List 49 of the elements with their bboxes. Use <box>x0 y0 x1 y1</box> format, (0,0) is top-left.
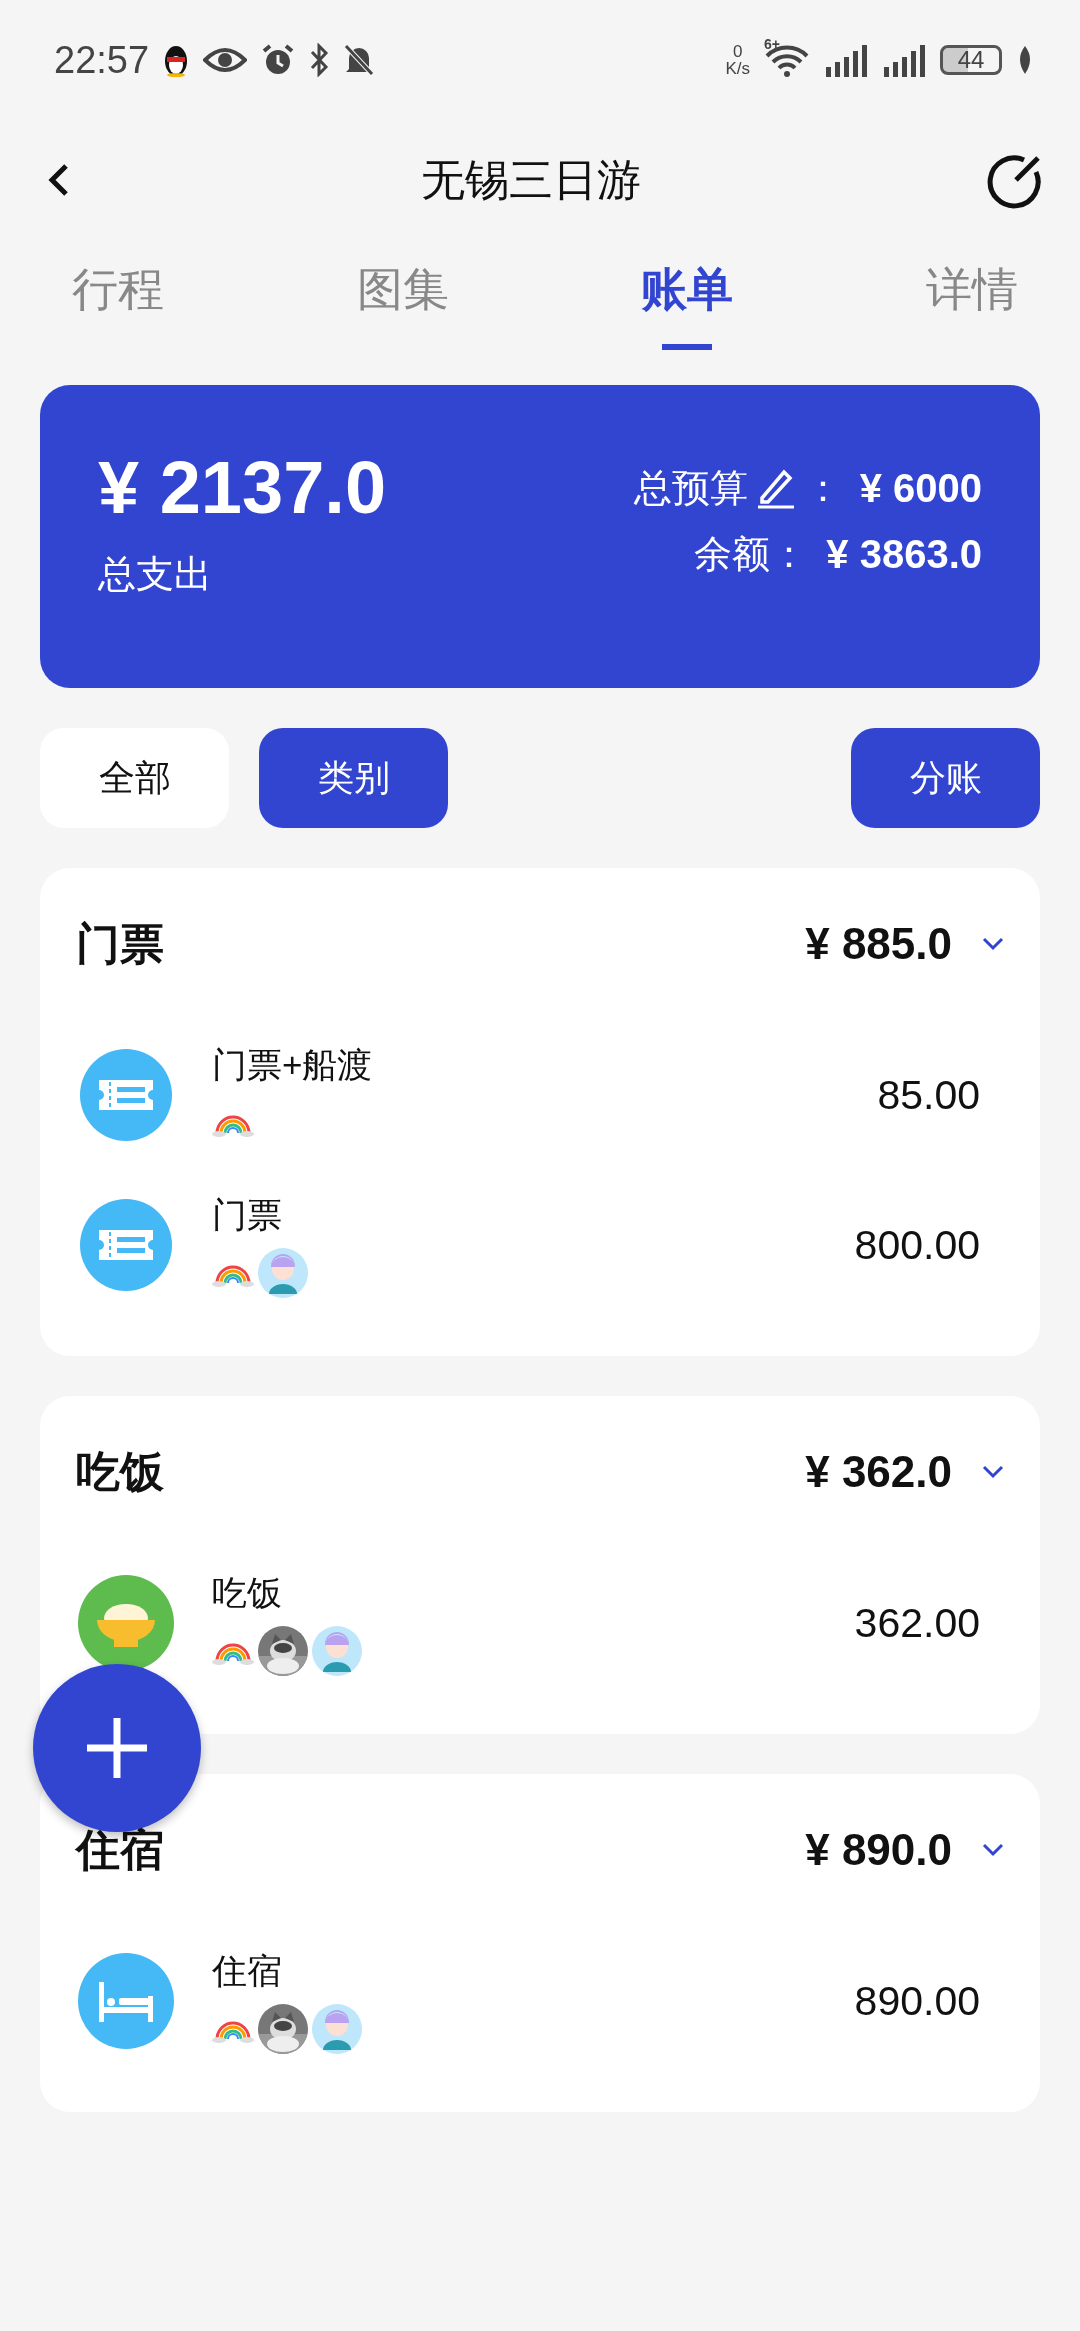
split-bill-button[interactable]: 分账 <box>851 728 1040 828</box>
network-speed-unit: K/s <box>725 60 750 77</box>
tab-indicator <box>662 344 713 350</box>
category-total: ¥ 890.0 <box>805 1825 952 1875</box>
avatar-icon <box>258 1247 308 1298</box>
expense-name: 门票+船渡 <box>212 1043 374 1086</box>
category-title: 住宿 <box>76 1823 165 1876</box>
filter-chip[interactable]: 类别 <box>259 728 448 828</box>
avatar-icon <box>312 1625 362 1676</box>
expense-name: 住宿 <box>212 1949 283 1992</box>
budget-label: 总预算 <box>633 465 748 511</box>
network-speed-value: 0 <box>733 43 743 60</box>
filter-chip[interactable]: 全部 <box>40 728 229 828</box>
expense-amount: 800.00 <box>854 1221 980 1269</box>
chevron-down-icon[interactable] <box>982 1843 1004 1857</box>
category-total: ¥ 362.0 <box>805 1447 952 1497</box>
balance-amount: ¥ 3863.0 <box>826 531 982 577</box>
page-title: 无锡三日游 <box>421 153 641 206</box>
colon: ： <box>803 465 842 511</box>
balance-label: 余额： <box>694 531 809 577</box>
category-total: ¥ 885.0 <box>805 919 952 969</box>
alarm-icon <box>261 43 296 77</box>
tab[interactable]: 账单 <box>617 240 758 340</box>
total-expense-label: 总支出 <box>98 552 213 597</box>
category-title: 吃饭 <box>76 1445 165 1498</box>
chevron-down-icon[interactable] <box>982 937 1004 951</box>
clock: 22:57 <box>54 38 150 82</box>
chevron-down-icon[interactable] <box>982 1465 1004 1479</box>
expense-amount: 85.00 <box>877 1071 980 1119</box>
signal-icon <box>882 43 926 77</box>
expense-amount: 890.00 <box>854 1977 980 2025</box>
ticket-icon <box>79 1048 173 1142</box>
ticket-icon <box>79 1198 173 1292</box>
penguin-icon <box>163 43 190 77</box>
bed-icon <box>77 1952 175 2050</box>
battery-icon: 44 <box>940 45 1002 75</box>
expense-name: 吃饭 <box>212 1571 283 1614</box>
eye-icon <box>203 46 248 74</box>
signal-icon <box>824 43 868 77</box>
muted-bell-icon <box>343 43 376 77</box>
wifi-generation-label: 6+ <box>764 36 780 52</box>
expense-amount: 362.00 <box>854 1599 980 1647</box>
plus-icon <box>87 1718 147 1778</box>
expense-name: 门票 <box>212 1193 283 1236</box>
budget-amount: ¥ 6000 <box>859 465 982 511</box>
total-expense: ¥ 2137.0 <box>98 445 387 531</box>
bluetooth-icon <box>309 43 330 77</box>
category-title: 门票 <box>76 917 165 970</box>
avatar-icon <box>312 2003 362 2054</box>
